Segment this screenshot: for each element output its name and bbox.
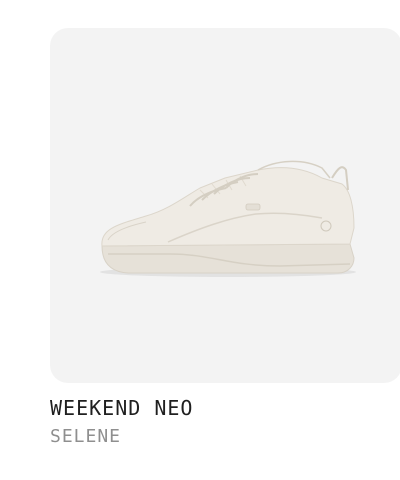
product-card[interactable]: WEEKEND NEO SELENE <box>50 28 400 448</box>
product-image[interactable] <box>50 28 400 383</box>
sneaker-icon <box>100 160 356 277</box>
product-variant: SELENE <box>50 426 122 447</box>
product-name[interactable]: WEEKEND NEO <box>50 396 193 420</box>
